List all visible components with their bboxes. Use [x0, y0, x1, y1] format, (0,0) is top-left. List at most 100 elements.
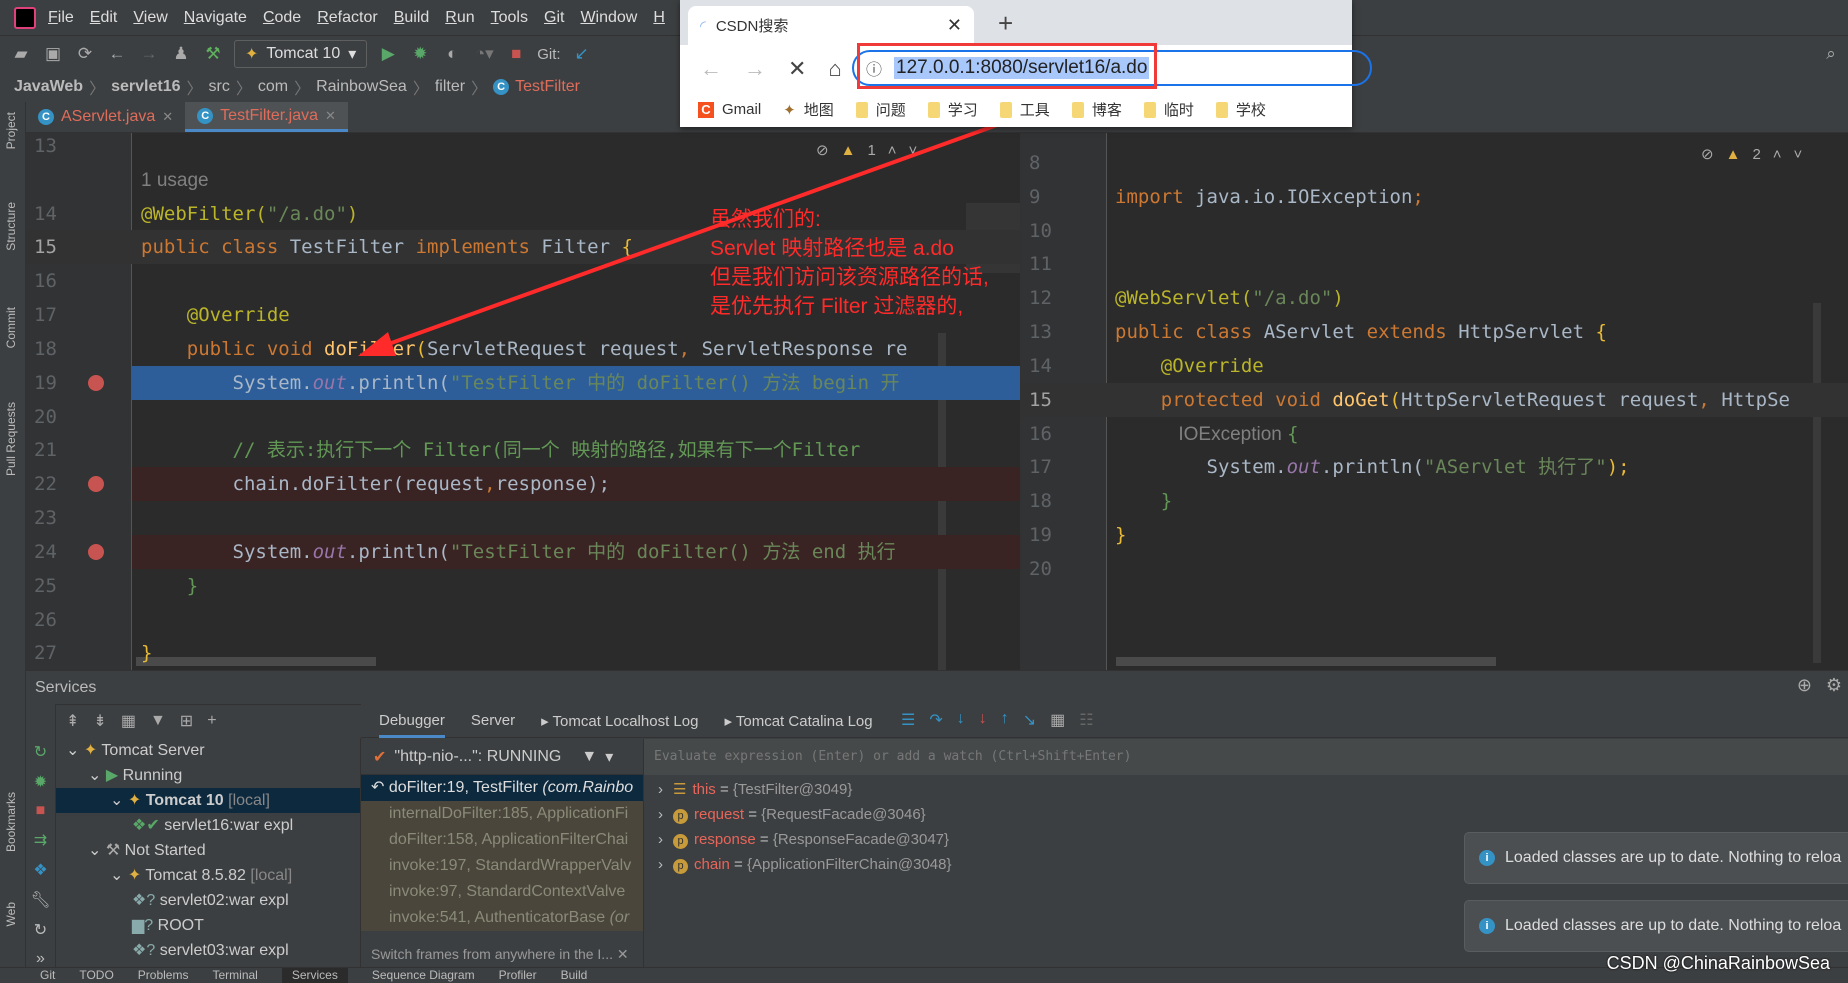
gear-icon[interactable]: ⚙	[1826, 675, 1842, 696]
variable-row[interactable]: › p request = {RequestFacade@3046}	[644, 802, 1848, 827]
commit-tool-button[interactable]: Commit	[4, 307, 18, 348]
bookmark-item[interactable]: 学校	[1215, 99, 1266, 120]
close-tab-icon[interactable]: ✕	[162, 109, 173, 125]
tool-window-button-terminal[interactable]: Terminal	[212, 968, 257, 983]
stop-icon[interactable]: ■	[36, 802, 46, 820]
tool-window-button-problems[interactable]: Problems	[138, 968, 189, 983]
stack-frame[interactable]: ↶ doFilter:19, TestFilter (com.Rainbo	[361, 775, 643, 801]
refresh-icon[interactable]: ↻	[34, 920, 47, 940]
crosshair-icon[interactable]: ⊕	[1797, 675, 1812, 696]
horizontal-scrollbar[interactable]	[1116, 657, 1496, 666]
breadcrumb-item[interactable]: JavaWeb	[14, 78, 83, 96]
tool-window-button-build[interactable]: Build	[561, 968, 588, 983]
collapse-all-icon[interactable]: ⇟	[93, 711, 106, 731]
browser-tab[interactable]: ◜ CSDN搜索 ✕	[688, 6, 974, 45]
wrench-icon[interactable]: 🔧︎	[30, 890, 50, 910]
chevron-right-icon[interactable]: ›	[658, 831, 663, 848]
git-update-icon[interactable]: ↙	[571, 44, 593, 64]
debugger-tab[interactable]: ▸ Tomcat Localhost Log	[541, 712, 698, 730]
chevron-right-icon[interactable]: ›	[658, 856, 663, 873]
structure-tool-button[interactable]: Structure	[4, 202, 18, 251]
chevron-down-icon[interactable]: ▾	[605, 747, 613, 767]
menu-item-window[interactable]: Window	[580, 9, 637, 27]
tree-item[interactable]: ❖? servlet03:war expl	[56, 938, 360, 963]
right-editor[interactable]: ⊘ ▲ 2 ˄ ˅ 8 9 import java.io.IOException; 1…	[1020, 133, 1848, 670]
evaluate-icon[interactable]: ▦	[1050, 710, 1065, 730]
new-tab-icon[interactable]: ⊞	[180, 711, 193, 731]
variable-row[interactable]: › ☰ this = {TestFilter@3049}	[644, 777, 1848, 802]
forward-icon[interactable]: →	[138, 44, 160, 64]
debugger-tab[interactable]: Debugger	[379, 712, 445, 738]
close-tab-icon[interactable]: ✕	[947, 15, 962, 36]
breakpoint-icon[interactable]	[88, 374, 104, 391]
editor-tab[interactable]: C TestFilter.java ✕	[185, 102, 348, 132]
deploy-icon[interactable]: ⇉	[34, 830, 47, 850]
new-tab-icon[interactable]: +	[998, 8, 1013, 39]
filter-icon[interactable]: ▼	[581, 748, 597, 766]
save-icon[interactable]: ▣	[42, 44, 64, 64]
stop-icon[interactable]: ✕	[788, 56, 806, 82]
menu-item-code[interactable]: Code	[263, 9, 301, 27]
menu-item-h[interactable]: H	[653, 9, 665, 27]
menu-item-build[interactable]: Build	[394, 9, 430, 27]
filter-icon[interactable]: ▼	[150, 712, 166, 730]
pull-requests-tool-button[interactable]: Pull Requests	[4, 402, 18, 476]
evaluate-expression-input[interactable]: Evaluate expression (Enter) or add a wat…	[644, 739, 1848, 775]
tool-window-button-profiler[interactable]: Profiler	[499, 968, 537, 983]
debugger-tab[interactable]: ▸ Tomcat Catalina Log	[724, 712, 872, 730]
thread-selector[interactable]: ✔ "http-nio-...": RUNNING ▼ ▾	[361, 739, 643, 775]
tool-window-button-todo[interactable]: TODO	[79, 968, 113, 983]
bookmark-item[interactable]: ✦ 地图	[783, 99, 834, 120]
chevron-down-icon[interactable]: ⌄	[66, 742, 84, 759]
stop-icon[interactable]: ■	[505, 44, 527, 64]
bookmark-item[interactable]: C Gmail	[698, 101, 761, 118]
menu-item-git[interactable]: Git	[544, 9, 564, 27]
menu-item-navigate[interactable]: Navigate	[184, 9, 247, 27]
bookmark-item[interactable]: 学习	[927, 99, 978, 120]
chevron-right-icon[interactable]: ›	[658, 806, 663, 823]
run-config-select[interactable]: ✦ Tomcat 10 ▾	[234, 40, 368, 68]
coverage-icon[interactable]: ◐	[441, 44, 463, 64]
group-icon[interactable]: ▦	[121, 711, 136, 731]
menu-item-run[interactable]: Run	[445, 9, 474, 27]
back-icon[interactable]: ←	[106, 44, 128, 64]
trace-icon[interactable]: ☷	[1079, 710, 1093, 730]
breadcrumb-item[interactable]: src	[209, 78, 230, 96]
chevron-down-icon[interactable]: ⌄	[88, 767, 106, 784]
tree-item[interactable]: ⌄ ✦ Tomcat 8.5.82 [local]	[56, 863, 360, 888]
chevron-down-icon[interactable]: ⌄	[110, 867, 128, 884]
stack-frame[interactable]: internalDoFilter:185, ApplicationFi	[361, 801, 643, 827]
stack-frame[interactable]: invoke:541, AuthenticatorBase (or	[361, 905, 643, 931]
rerun-icon[interactable]: ↻	[34, 742, 47, 762]
tree-item[interactable]: ⌄ ▶ Running	[56, 763, 360, 788]
chevron-down-icon[interactable]: ⌄	[110, 792, 128, 809]
home-icon[interactable]: ⌂	[828, 56, 841, 82]
user-icon[interactable]: ♟	[170, 44, 192, 64]
bookmark-item[interactable]: 博客	[1071, 99, 1122, 120]
bookmark-item[interactable]: 临时	[1143, 99, 1194, 120]
breadcrumb-item[interactable]: TestFilter	[515, 78, 580, 96]
tree-item[interactable]: ❖? servlet02:war expl	[56, 888, 360, 913]
back-icon[interactable]: ←	[700, 56, 722, 82]
build-hammer-icon[interactable]: ⚒	[202, 44, 224, 64]
add-icon[interactable]: +	[207, 712, 216, 730]
chevron-down-icon[interactable]: ⌄	[88, 842, 106, 859]
tool-window-button-sequence-diagram[interactable]: Sequence Diagram	[372, 968, 475, 983]
close-icon[interactable]: ✕	[617, 946, 629, 962]
forward-icon[interactable]: →	[744, 56, 766, 82]
debugger-tab[interactable]: Server	[471, 712, 515, 729]
debug-icon[interactable]: ✹	[34, 772, 47, 792]
bookmarks-tool-button[interactable]: Bookmarks	[4, 792, 18, 852]
stack-frame[interactable]: invoke:197, StandardWrapperValv	[361, 853, 643, 879]
breadcrumb-item[interactable]: com	[258, 78, 288, 96]
step-over-icon[interactable]: ↷	[929, 710, 942, 730]
web-tool-button[interactable]: Web	[4, 902, 18, 926]
list-icon[interactable]: ☰	[901, 710, 915, 730]
sync-icon[interactable]: ⟳	[74, 44, 96, 64]
tree-item[interactable]: ▆? ROOT	[56, 913, 360, 938]
tree-item[interactable]: ❖✔ servlet16:war expl	[56, 813, 360, 838]
menu-item-edit[interactable]: Edit	[90, 9, 118, 27]
close-tab-icon[interactable]: ✕	[325, 108, 336, 124]
breadcrumb-item[interactable]: filter	[435, 78, 465, 96]
menu-item-view[interactable]: View	[133, 9, 167, 27]
